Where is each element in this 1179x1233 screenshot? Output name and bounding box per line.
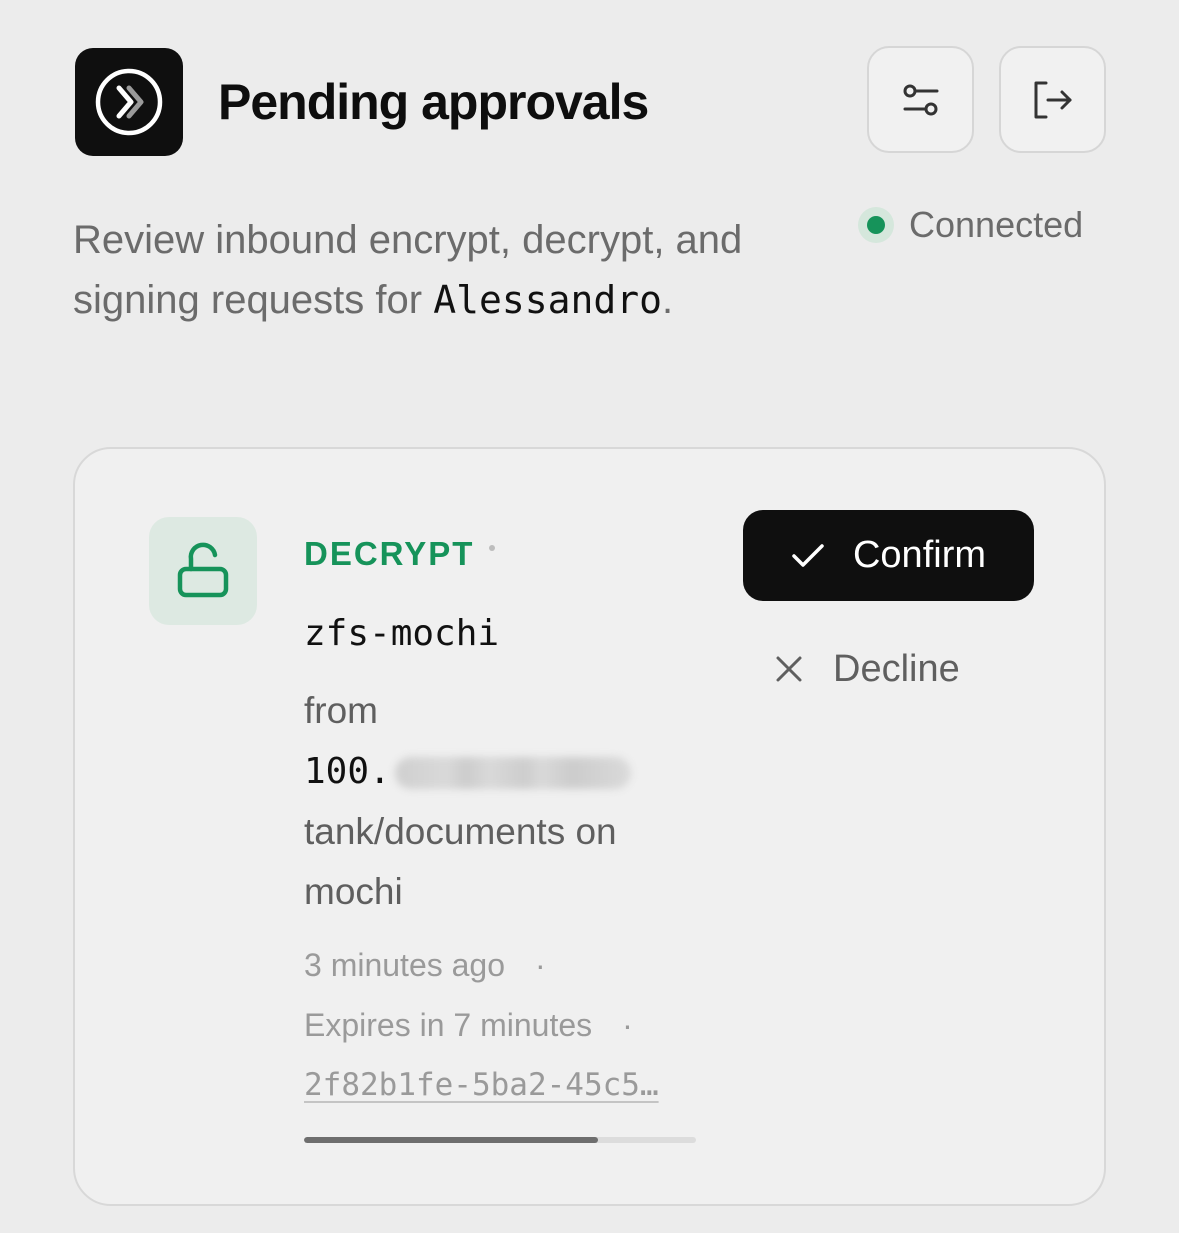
from-label: from: [304, 690, 378, 731]
status-indicator: [858, 207, 894, 243]
close-icon: [776, 656, 802, 682]
confirm-button[interactable]: Confirm: [743, 510, 1034, 601]
decline-button[interactable]: Decline: [775, 639, 1005, 699]
subtitle-end: .: [661, 278, 674, 322]
kind-separator: [489, 545, 495, 551]
created-text: 3 minutes ago: [304, 947, 506, 983]
request-detail: from 100. tank/documents on mochi: [304, 681, 704, 922]
decline-label: Decline: [833, 647, 960, 690]
created-time: 3 minutes ago ·: [304, 947, 724, 984]
expiry-progress: [304, 1137, 696, 1143]
sliders-icon: [903, 84, 938, 115]
request-id-link[interactable]: 2f82b1fe-5ba2-45c5…: [304, 1067, 680, 1103]
expiry-progress-fill: [304, 1137, 598, 1143]
redacted-ip: [394, 757, 631, 790]
request-card: DECRYPT zfs-mochi from 100. tank/documen…: [73, 447, 1106, 1206]
meta-separator: ·: [622, 1007, 633, 1043]
request-type-tile: [149, 517, 257, 625]
expiry-text: Expires in 7 minutes: [304, 1007, 593, 1043]
check-icon: [792, 543, 824, 567]
logout-button[interactable]: [999, 46, 1106, 153]
user-name: Alessandro: [433, 278, 662, 322]
ip-prefix: 100.: [304, 751, 391, 792]
meta-separator: ·: [535, 947, 546, 983]
approvals-page: Pending approvals Review inbound encrypt…: [0, 0, 1179, 1233]
unlock-icon: [177, 542, 229, 598]
page-title: Pending approvals: [218, 74, 649, 130]
source-address: 100.: [304, 741, 704, 802]
request-kind: DECRYPT: [304, 535, 475, 572]
log-out-icon: [1034, 81, 1071, 118]
double-chevron-right-icon: [95, 68, 163, 136]
connection-status: Connected: [858, 204, 1083, 246]
expiry-time: Expires in 7 minutes ·: [304, 1007, 724, 1044]
page-subtitle: Review inbound encrypt, decrypt, and sig…: [73, 210, 833, 330]
status-label: Connected: [909, 204, 1084, 245]
filters-button[interactable]: [867, 46, 974, 153]
target-location: tank/documents on mochi: [304, 811, 617, 912]
dataset-name: zfs-mochi: [304, 613, 500, 654]
confirm-label: Confirm: [852, 534, 987, 576]
app-logo: [75, 48, 183, 156]
